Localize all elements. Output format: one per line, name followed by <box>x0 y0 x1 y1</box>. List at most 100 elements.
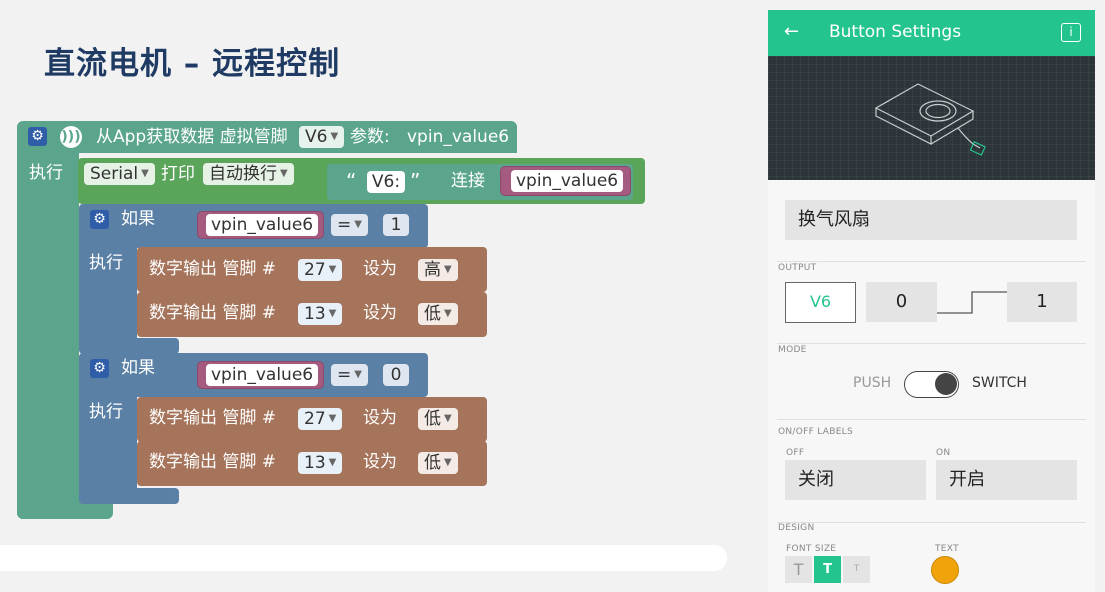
divider <box>777 522 1086 523</box>
level-value-1: 高 <box>424 260 441 280</box>
on-caption: ON <box>936 448 951 458</box>
slide-title: 直流电机 – 远程控制 <box>44 46 341 82</box>
pin-value-1: 27 <box>304 260 326 280</box>
output-pin-value: V6 <box>809 292 832 311</box>
settings-header: ← Button Settings i <box>768 10 1095 56</box>
level-dropdown-4[interactable]: 低 ▼ <box>418 452 458 474</box>
pin-dropdown-1[interactable]: 27 ▼ <box>298 259 343 281</box>
font-size-small-button[interactable]: T <box>785 556 812 583</box>
serial-dropdown[interactable]: Serial ▼ <box>84 163 155 185</box>
font-size-option: T <box>793 560 804 579</box>
chevron-down-icon: ▼ <box>330 131 339 142</box>
if-gear-icon[interactable]: ⚙ <box>90 359 109 378</box>
onoff-section-label: ON/OFF LABELS <box>778 427 854 437</box>
hat-param-label: 参数: <box>350 127 390 147</box>
settings-title: Button Settings <box>829 22 962 42</box>
digital-write-label-2: 数字输出 管脚 # <box>149 303 277 323</box>
if-var-name-2: vpin_value6 <box>206 364 319 386</box>
off-label-field[interactable]: 关闭 <box>785 460 926 500</box>
off-caption: OFF <box>786 448 805 458</box>
digital-write-label-4: 数字输出 管脚 # <box>149 452 277 472</box>
level-dropdown-2[interactable]: 低 ▼ <box>418 303 458 325</box>
compare-dropdown-2[interactable]: = ▼ <box>331 364 368 386</box>
if-gear-icon[interactable]: ⚙ <box>90 210 109 229</box>
chevron-down-icon: ▼ <box>444 413 452 424</box>
output-low-field[interactable]: 0 <box>866 282 937 322</box>
divider <box>777 343 1086 344</box>
set-label-2: 设为 <box>363 303 397 323</box>
settings-gear-icon[interactable]: ⚙ <box>28 127 47 146</box>
if-exec-label-1: 执行 <box>89 253 123 273</box>
if-var-name-1: vpin_value6 <box>206 214 319 236</box>
pin-dropdown-4[interactable]: 13 ▼ <box>298 452 343 474</box>
chevron-down-icon: ▼ <box>328 457 337 468</box>
pin-dropdown-2[interactable]: 13 ▼ <box>298 303 343 325</box>
text-literal[interactable]: V6: <box>367 171 405 193</box>
divider <box>777 261 1086 262</box>
slide-footer-bar <box>0 545 727 571</box>
divider <box>777 419 1086 420</box>
widget-name-field[interactable]: 换气风扇 <box>785 200 1077 240</box>
level-dropdown-3[interactable]: 低 ▼ <box>418 408 458 430</box>
design-section-label: DESIGN <box>778 523 815 533</box>
compare-value-2[interactable]: 0 <box>383 364 409 386</box>
wifi-icon: ))) <box>60 126 82 148</box>
if-var-block-2[interactable]: vpin_value6 <box>197 361 324 389</box>
digital-write-label-3: 数字输出 管脚 # <box>149 408 277 428</box>
compare-value-1[interactable]: 1 <box>383 214 409 236</box>
level-dropdown-1[interactable]: 高 ▼ <box>418 259 458 281</box>
newline-dropdown[interactable]: 自动换行 ▼ <box>203 163 294 185</box>
level-value-4: 低 <box>424 453 441 473</box>
variable-block[interactable]: vpin_value6 <box>500 166 631 196</box>
serial-print-label: 打印 <box>161 164 195 184</box>
pin-value-3: 27 <box>304 409 326 429</box>
digital-write-label-1: 数字输出 管脚 # <box>149 259 277 279</box>
mode-toggle[interactable] <box>904 371 959 398</box>
chevron-down-icon: ▼ <box>328 413 337 424</box>
if-exec-label-2: 执行 <box>89 402 123 422</box>
serial-name: Serial <box>90 164 139 184</box>
mode-push-label[interactable]: PUSH <box>853 375 891 391</box>
join-label: 连接 <box>451 171 485 191</box>
hat-param-name: vpin_value6 <box>407 127 510 147</box>
chevron-down-icon: ▼ <box>328 308 337 319</box>
mode-switch-label[interactable]: SWITCH <box>972 375 1027 391</box>
pin-value-4: 13 <box>304 453 326 473</box>
info-icon[interactable]: i <box>1061 23 1081 42</box>
output-pin-selector[interactable]: V6 <box>785 282 856 323</box>
on-label-field[interactable]: 开启 <box>936 460 1077 500</box>
text-color-swatch[interactable] <box>931 556 959 584</box>
compare-op-2: = <box>337 365 352 385</box>
chevron-down-icon: ▼ <box>141 168 149 179</box>
set-label-3: 设为 <box>363 408 397 428</box>
quote-open-icon: “ <box>346 169 357 193</box>
compare-dropdown-1[interactable]: = ▼ <box>331 214 368 236</box>
if-var-block-1[interactable]: vpin_value6 <box>197 211 324 239</box>
pin-dropdown-3[interactable]: 27 ▼ <box>298 408 343 430</box>
hat-label: 从App获取数据 虚拟管脚 <box>96 127 288 147</box>
hat-pin-value: V6 <box>305 127 328 147</box>
hat-pin-dropdown[interactable]: V6 ▼ <box>299 126 345 148</box>
chevron-down-icon: ▼ <box>444 308 452 319</box>
if-footer-1 <box>79 338 179 354</box>
output-high-field[interactable]: 1 <box>1007 282 1077 322</box>
chevron-down-icon: ▼ <box>354 219 362 230</box>
pin-value-2: 13 <box>304 304 326 324</box>
hat-body <box>17 153 79 519</box>
chevron-down-icon: ▼ <box>444 264 452 275</box>
font-size-large-button[interactable]: T <box>843 556 870 583</box>
font-size-label: FONT SIZE <box>786 544 837 554</box>
set-label-4: 设为 <box>363 452 397 472</box>
back-arrow-icon[interactable]: ← <box>784 21 799 42</box>
level-value-2: 低 <box>424 304 441 324</box>
chevron-down-icon: ▼ <box>444 457 452 468</box>
if-label-1: 如果 <box>121 209 155 229</box>
hat-exec-label: 执行 <box>29 163 63 183</box>
font-size-medium-button[interactable]: T <box>814 556 841 583</box>
set-label-1: 设为 <box>363 259 397 279</box>
if-footer-2 <box>79 488 179 504</box>
widget-preview <box>768 56 1095 180</box>
variable-name: vpin_value6 <box>511 170 624 192</box>
quote-close-icon: ” <box>410 169 421 193</box>
text-color-label: TEXT <box>935 544 959 554</box>
